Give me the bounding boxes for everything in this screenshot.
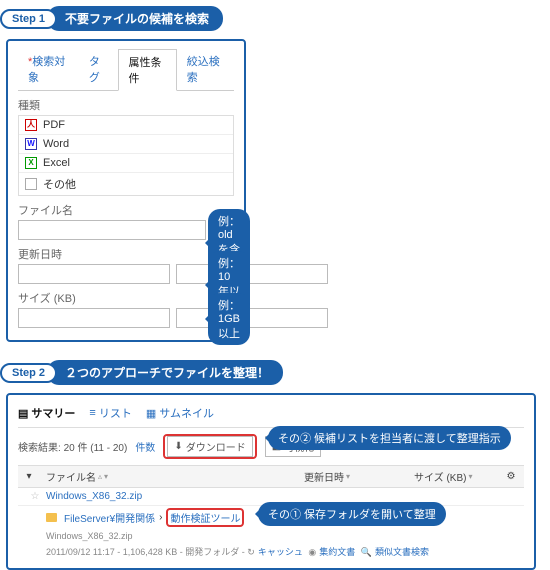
search-tabs: 検索対象 タグ 属性条件 絞込検索 [18,49,234,91]
date-label: 更新日時 [18,246,234,262]
agg-icon: ◉ [308,547,316,557]
result-panel: ▤サマリー ≡リスト ▦サムネイル 検索結果: 20 件 (11 - 20) 件… [6,393,536,570]
step2-title: ２つのアプローチでファイルを整理！ [47,360,283,385]
view-thumb[interactable]: ▦サムネイル [146,405,214,421]
callout-c1: その① 保存フォルダを開いて整理 [258,502,446,526]
table-header: ▾ ファイル名▵▾ 更新日時▾ サイズ (KB)▾ ⚙ [18,465,524,488]
tab-refine[interactable]: 絞込検索 [177,49,234,90]
toolbar: 検索結果: 20 件 (11 - 20) 件数 ⬇ダウンロード ◧可視化 その②… [18,428,524,465]
agg-link[interactable]: 集約文書 [319,547,355,557]
callout-size: 例：1GB以上 [208,293,250,345]
excel-icon: X [25,157,37,169]
view-tabs: ▤サマリー ≡リスト ▦サムネイル [18,403,524,428]
filename-label: ファイル名 [18,202,234,218]
bc-leaf[interactable]: 動作検証ツール [170,514,240,525]
file-icon [25,178,37,190]
col-star[interactable]: ▾ [18,466,40,487]
star-icon[interactable]: ☆ [31,491,40,502]
sync-icon: ↻ [247,547,255,557]
type-list: 人PDF WWord XExcel その他 [18,115,234,196]
filename-input[interactable] [18,220,206,240]
size-to-input[interactable] [176,308,328,328]
folder-highlight: 動作検証ツール [166,508,244,527]
col-gear[interactable]: ⚙ [498,466,524,487]
summary-icon: ▤ [18,407,28,420]
result-count: 検索結果: 20 件 (11 - 20) [18,439,127,454]
download-icon: ⬇ [174,441,182,452]
search-icon: 🔍 [361,547,372,557]
download-highlight: ⬇ダウンロード [163,434,256,459]
type-label: 種類 [18,97,234,113]
step2-badge: Step 2 [0,363,57,383]
step1-badge: Step 1 [0,9,57,29]
tab-attr[interactable]: 属性条件 [118,49,177,91]
cache-link[interactable]: キャッシュ [258,547,303,557]
pdf-icon: 人 [25,119,37,131]
sort-icon: ▵ [98,472,102,481]
size-label: サイズ (KB) [18,290,234,306]
meta-filename: Windows_X86_32.zip [18,529,524,543]
word-icon: W [25,138,37,150]
folder-icon [46,513,57,522]
view-list[interactable]: ≡リスト [89,405,131,421]
type-word[interactable]: WWord [19,135,233,154]
tab-tag[interactable]: タグ [79,49,118,90]
list-icon: ≡ [89,407,95,419]
download-button[interactable]: ⬇ダウンロード [167,436,252,457]
col-size[interactable]: サイズ (KB)▾ [408,466,498,487]
type-other[interactable]: その他 [19,173,233,195]
gear-icon: ⚙ [507,471,516,482]
type-excel[interactable]: XExcel [19,154,233,173]
date-to-input[interactable] [176,264,328,284]
search-panel: 検索対象 タグ 属性条件 絞込検索 種類 人PDF WWord XExcel そ… [6,39,246,342]
related-link[interactable]: 類似文書検索 [375,547,429,557]
count-link[interactable]: 件数 [135,439,155,454]
col-name[interactable]: ファイル名▵▾ [40,466,298,487]
meta-line: 2011/09/12 11:17 - 1,106,428 KB - 開発フォルダ… [18,543,524,560]
breadcrumb: FileServer¥開発関係 › 動作検証ツール その① 保存フォルダを開いて… [18,506,524,529]
tab-target[interactable]: 検索対象 [18,49,79,90]
file-link[interactable]: Windows_X86_32.zip [46,491,518,502]
callout-c2: その② 候補リストを担当者に渡して整理指示 [268,426,511,450]
col-date[interactable]: 更新日時▾ [298,466,408,487]
thumb-icon: ▦ [146,407,156,420]
view-summary[interactable]: ▤サマリー [18,405,75,421]
step1-title: 不要ファイルの候補を検索 [47,6,223,31]
date-from-input[interactable] [18,264,170,284]
size-from-input[interactable] [18,308,170,328]
type-pdf[interactable]: 人PDF [19,116,233,135]
